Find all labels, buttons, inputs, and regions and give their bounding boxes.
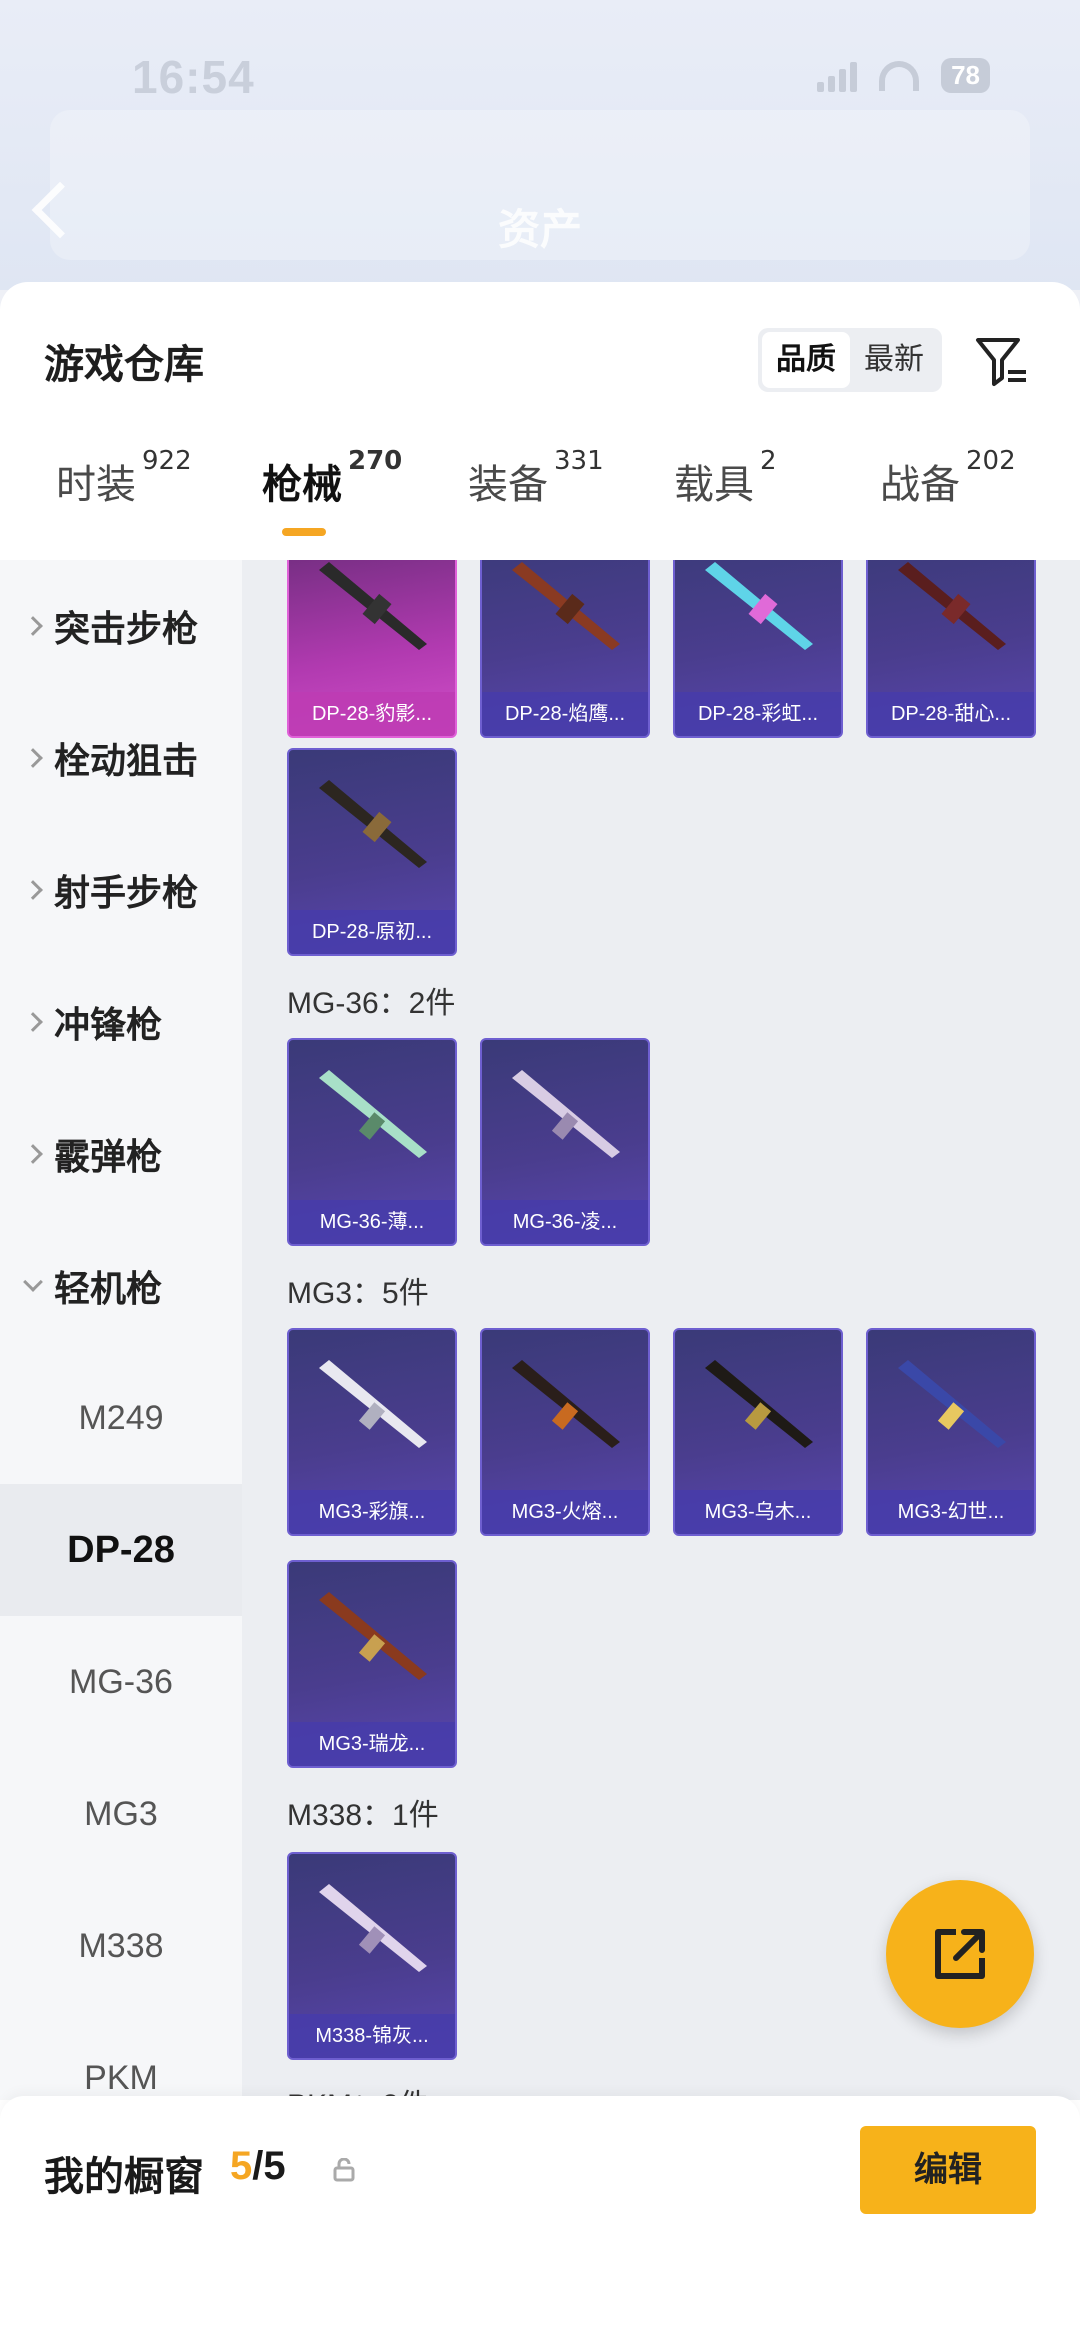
skin-card[interactable]: MG3-幻世... <box>866 1328 1036 1536</box>
skin-card[interactable]: MG3-瑞龙... <box>287 1560 457 1768</box>
skin-card[interactable]: M338-锦灰... <box>287 1852 457 2060</box>
chevron-right-icon <box>23 616 43 636</box>
skin-name: MG3-火熔... <box>482 1490 648 1534</box>
sort-newest-button[interactable]: 最新 <box>850 332 938 388</box>
wifi-icon <box>879 60 920 91</box>
lock-icon <box>333 2158 355 2182</box>
skin-name: MG3-彩旗... <box>289 1490 455 1534</box>
rifle-skin-icon <box>319 1070 427 1158</box>
skin-card[interactable]: MG3-乌木... <box>673 1328 843 1536</box>
sidebar-item-m249[interactable]: M249 <box>0 1352 242 1484</box>
sort-quality-button[interactable]: 品质 <box>762 332 850 388</box>
skin-card[interactable]: DP-28-彩虹... <box>673 560 843 738</box>
skin-card[interactable]: MG3-火熔... <box>480 1328 650 1536</box>
share-button[interactable] <box>886 1880 1034 2028</box>
group-title-mg3: MG3：5件 <box>287 1277 429 1310</box>
rifle-skin-icon <box>319 562 427 650</box>
sidebar-item-pkm[interactable]: PKM <box>0 2012 242 2100</box>
nav-title: 资产 <box>497 205 582 254</box>
sidebar-item-mg36[interactable]: MG-36 <box>0 1616 242 1748</box>
rifle-skin-icon <box>898 562 1006 650</box>
skin-name: MG-36-凌... <box>482 1200 648 1244</box>
group-title-m338: M338：1件 <box>287 1799 439 1832</box>
skin-name: MG3-幻世... <box>868 1490 1034 1534</box>
rifle-skin-icon <box>705 562 813 650</box>
skin-card[interactable]: MG-36-凌... <box>480 1038 650 1246</box>
rifle-skin-icon <box>512 1360 620 1448</box>
chevron-right-icon <box>23 1144 43 1164</box>
sheet-title: 游戏仓库 <box>44 342 204 388</box>
tab-equipment[interactable]: 装备331 <box>468 446 604 510</box>
category-assault-rifle[interactable]: 突击步枪 <box>0 560 242 692</box>
sort-toggle: 品质 最新 <box>758 328 942 392</box>
category-marksman-rifle[interactable]: 射手步枪 <box>0 824 242 956</box>
rifle-skin-icon <box>898 1360 1006 1448</box>
sidebar-item-mg3[interactable]: MG3 <box>0 1748 242 1880</box>
skin-card[interactable]: DP-28-甜心... <box>866 560 1036 738</box>
chevron-right-icon <box>23 748 43 768</box>
chevron-right-icon <box>23 1012 43 1032</box>
showcase-title: 我的橱窗 <box>44 2154 204 2200</box>
rifle-skin-icon <box>319 780 427 868</box>
tab-fashion[interactable]: 时装922 <box>56 446 192 510</box>
skin-name: MG3-乌木... <box>675 1490 841 1534</box>
skin-name: DP-28-焰鹰... <box>482 692 648 736</box>
battery-indicator: 78 <box>941 58 990 93</box>
group-title-mg36: MG-36：2件 <box>287 987 456 1020</box>
rifle-skin-icon <box>512 1070 620 1158</box>
skin-name: MG-36-薄... <box>289 1200 455 1244</box>
showcase-count: 5/5 <box>230 2144 286 2188</box>
skin-name: DP-28-彩虹... <box>675 692 841 736</box>
category-bolt-sniper[interactable]: 栓动狙击 <box>0 692 242 824</box>
category-tabs: 时装922 枪械270 装备331 载具2 战备202 <box>0 446 1080 562</box>
skin-name: MG3-瑞龙... <box>289 1722 455 1766</box>
tab-firearms[interactable]: 枪械270 <box>262 446 402 510</box>
rifle-skin-icon <box>512 562 620 650</box>
active-tab-indicator <box>282 528 326 536</box>
category-smg[interactable]: 冲锋枪 <box>0 956 242 1088</box>
chevron-right-icon <box>23 880 43 900</box>
skin-card[interactable]: MG3-彩旗... <box>287 1328 457 1536</box>
chevron-down-icon <box>23 1272 43 1292</box>
sidebar-item-dp28[interactable]: DP-28 <box>0 1484 242 1616</box>
skin-card[interactable]: MG-36-薄... <box>287 1038 457 1246</box>
tab-vehicles[interactable]: 载具2 <box>674 446 777 510</box>
rifle-skin-icon <box>319 1592 427 1680</box>
status-indicators: 78 <box>817 58 990 93</box>
share-icon <box>935 1929 985 1979</box>
rifle-skin-icon <box>319 1884 427 1972</box>
category-lmg[interactable]: 轻机枪 <box>0 1220 242 1352</box>
category-shotgun[interactable]: 霰弹枪 <box>0 1088 242 1220</box>
rifle-skin-icon <box>705 1360 813 1448</box>
weapon-skin-grid: DP-28-豹影... DP-28-焰鹰... DP-28-彩虹... DP-2… <box>242 560 1080 2100</box>
edit-button[interactable]: 编辑 <box>860 2126 1036 2214</box>
skin-name: M338-锦灰... <box>289 2014 455 2058</box>
skin-card[interactable]: DP-28-豹影... <box>287 560 457 738</box>
signal-icon <box>817 60 858 92</box>
skin-card[interactable]: DP-28-焰鹰... <box>480 560 650 738</box>
weapon-category-sidebar: 突击步枪 栓动狙击 射手步枪 冲锋枪 霰弹枪 轻机枪 M249 DP-28 MG… <box>0 560 242 2100</box>
skin-card[interactable]: DP-28-原初... <box>287 748 457 956</box>
skin-name: DP-28-原初... <box>289 910 455 954</box>
status-time: 16:54 <box>132 51 255 103</box>
skin-name: DP-28-豹影... <box>289 692 455 736</box>
tab-supplies[interactable]: 战备202 <box>880 446 1016 510</box>
top-header: 16:54 78 资产 <box>0 0 1080 290</box>
skin-name: DP-28-甜心... <box>868 692 1034 736</box>
rifle-skin-icon <box>319 1360 427 1448</box>
filter-icon[interactable] <box>974 334 1030 390</box>
showcase-bar: 我的橱窗 5/5 编辑 <box>0 2096 1080 2341</box>
sidebar-item-m338[interactable]: M338 <box>0 1880 242 2012</box>
